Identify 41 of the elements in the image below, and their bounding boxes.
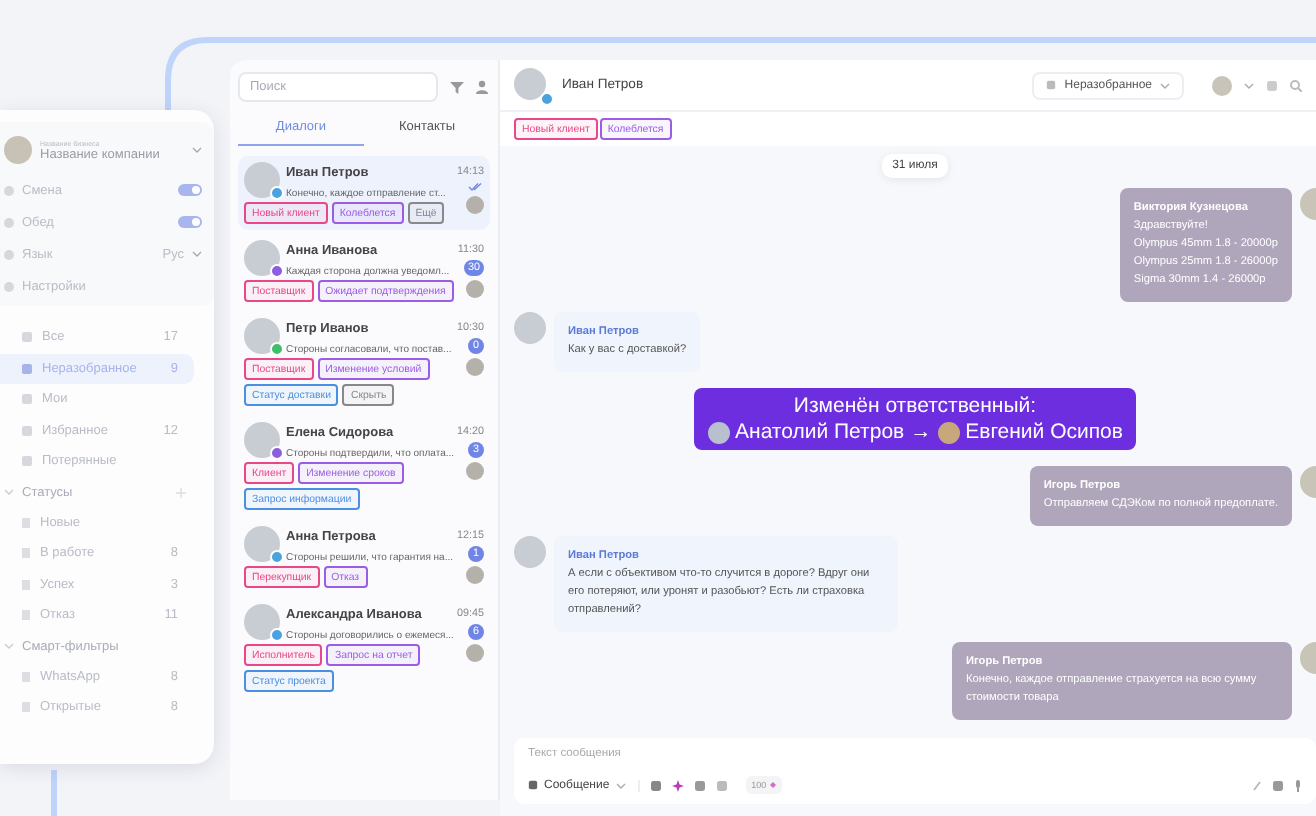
chevron-down-icon [192, 250, 202, 258]
contact-avatar [514, 312, 546, 344]
contact-avatar [244, 526, 280, 562]
chevron-down-icon [1244, 81, 1254, 89]
notice-title: Изменён ответственный: [793, 394, 1037, 418]
contact-avatar [244, 240, 280, 276]
chevron-down-icon [615, 781, 626, 789]
plus-icon[interactable] [176, 487, 186, 497]
assignee-avatar[interactable] [1212, 75, 1232, 95]
contact-avatar [244, 162, 280, 198]
contact-avatar [514, 67, 546, 99]
new-assignee: Евгений Осипов [965, 420, 1123, 444]
arrow-glyph: → [910, 420, 932, 444]
filter-icon[interactable] [450, 81, 464, 93]
toggle-switch[interactable] [178, 216, 202, 228]
contact-avatar [514, 536, 546, 568]
sparkle-icon[interactable] [671, 779, 684, 791]
contact-avatar [244, 422, 280, 458]
gem-icon [770, 782, 777, 788]
microphone-icon[interactable] [1294, 779, 1302, 791]
contact-avatar [244, 604, 280, 640]
company-avatar [4, 136, 32, 164]
chevron-down-icon [192, 146, 202, 154]
chevron-down-icon [1160, 81, 1170, 89]
chevron-down-icon[interactable] [4, 642, 14, 650]
agent-avatar [466, 280, 484, 298]
user-avatar [937, 421, 960, 443]
channel-icon [540, 91, 554, 105]
previous-assignee: Анатолий Петров [735, 420, 905, 444]
agent-avatar [466, 644, 484, 662]
user-avatar [707, 421, 730, 443]
double-check-icon [468, 182, 484, 192]
agent-avatar [466, 566, 484, 584]
agent-avatar [466, 462, 484, 480]
agent-avatar [466, 358, 484, 376]
contact-avatar [244, 318, 280, 354]
agent-avatar [466, 196, 484, 214]
search-icon[interactable] [1290, 79, 1302, 91]
chevron-down-icon[interactable] [4, 488, 14, 496]
user-add-icon[interactable] [476, 80, 490, 94]
toggle-switch[interactable] [178, 184, 202, 196]
